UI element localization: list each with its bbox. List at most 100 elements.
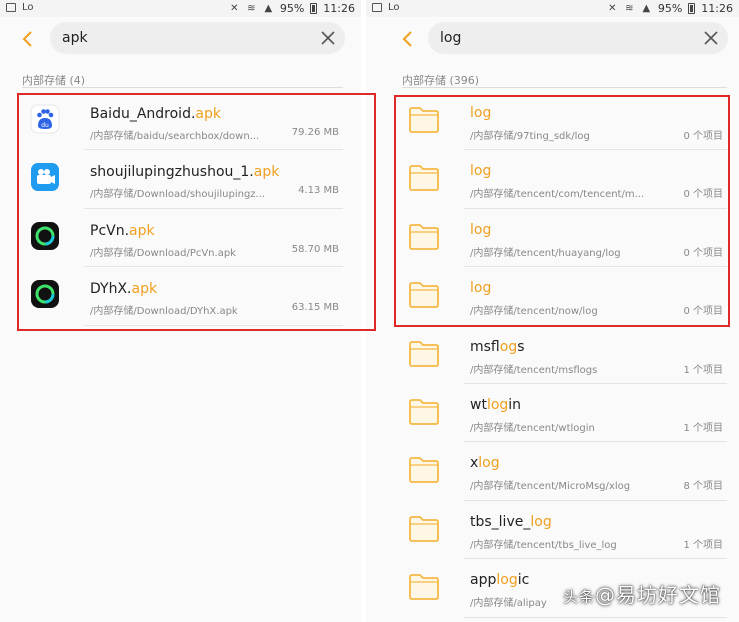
folder-icon [408, 515, 440, 542]
battery-icon [688, 3, 696, 14]
folder-path: /内部存储/97ting_sdk/log [470, 131, 590, 142]
back-button[interactable] [14, 26, 40, 52]
folder-path: /内部存储/tencent/msflogs [470, 364, 598, 376]
status-bar: Lo ✕ ≋ ▲ 95% 11:26 [366, 0, 739, 17]
video-camera-icon [30, 162, 60, 192]
wifi-icon: ≋ [625, 3, 634, 14]
list-item[interactable]: log /内部存储/tencent/huayang/log 0 个项目 [366, 209, 739, 268]
file-size: 63.15 MB [291, 302, 339, 314]
folder-path: /内部存储/tencent/MicroMsg/xlog [470, 481, 631, 493]
folder-icon [408, 281, 440, 309]
file-size: 4.13 MB [298, 185, 339, 197]
item-count: 8 个项目 [683, 481, 723, 493]
file-name: Baidu_Android.apk [90, 106, 221, 122]
close-icon [704, 31, 718, 45]
right-screen: Lo ✕ ≋ ▲ 95% 11:26 内部存储 (396) log /内部存储/… [366, 0, 739, 622]
folder-path: /内部存储/tencent/tbs_live_log [470, 539, 617, 551]
list-item[interactable]: log /内部存储/97ting_sdk/log 0 个项目 [366, 92, 739, 151]
item-count: 0 个项目 [683, 189, 723, 201]
wifi-icon: ≋ [247, 3, 256, 14]
signal-icon: ▲ [642, 3, 651, 14]
signal-icon: ▲ [264, 3, 273, 14]
battery-percent: 95% [657, 2, 683, 15]
watermark: 头条@易坊好文馆 [562, 583, 721, 607]
list-item[interactable]: du Baidu_Android.apk /内部存储/baidu/searchb… [0, 92, 361, 151]
file-name: shoujilupingzhushou_1.apk [90, 164, 280, 181]
file-name: PcVn.apk [90, 222, 155, 239]
close-icon [321, 31, 335, 45]
file-path: /内部存储/Download/shoujilupingz... [90, 189, 266, 201]
list-item[interactable]: wtlogin /内部存储/tencent/wtlogin 1 个项目 [366, 384, 739, 443]
list-item[interactable]: log /内部存储/tencent/com/tencent/m... 0 个项目 [366, 150, 739, 209]
folder-path: /内部存储/tencent/com/tencent/m... [470, 189, 645, 201]
folder-name: log [470, 163, 492, 180]
folder-name: xlog [470, 455, 500, 472]
lo-notification-icon: Lo [388, 2, 400, 13]
folder-results-list: log /内部存储/97ting_sdk/log 0 个项目 log /内部存储… [366, 92, 739, 618]
baidu-icon: du [30, 104, 60, 134]
folder-name: log [470, 280, 492, 297]
item-count: 0 个项目 [683, 131, 723, 142]
image-notification-icon [372, 3, 382, 12]
list-item[interactable]: log /内部存储/tencent/now/log 0 个项目 [366, 267, 739, 326]
svg-text:du: du [41, 122, 49, 129]
file-name: DYhX.apk [90, 281, 158, 298]
folder-name: tbs_live_log [470, 513, 552, 530]
file-path: /内部存储/Download/PcVn.apk [90, 247, 236, 259]
left-screen: Lo ✕ ≋ ▲ 95% 11:26 内部存储 (4) du Baidu_And… [0, 0, 361, 622]
list-item[interactable]: PcVn.apk /内部存储/Download/PcVn.apk 58.70 M… [0, 209, 361, 268]
list-item[interactable]: shoujilupingzhushou_1.apk /内部存储/Download… [0, 150, 361, 209]
search-toolbar [366, 17, 739, 61]
battery-percent: 95% [279, 2, 305, 15]
clear-search-button[interactable] [702, 29, 720, 47]
chevron-left-icon [22, 31, 32, 47]
item-count: 1 个项目 [683, 364, 723, 376]
item-count: 0 个项目 [683, 306, 723, 318]
folder-icon [408, 573, 440, 601]
item-count: 1 个项目 [683, 539, 723, 551]
folder-icon [408, 106, 440, 133]
list-item[interactable]: xlog /内部存储/tencent/MicroMsg/xlog 8 个项目 [366, 442, 739, 501]
ring-app-icon [30, 279, 60, 309]
folder-icon [408, 223, 440, 250]
mute-icon: ✕ [608, 3, 617, 14]
clock: 11:26 [323, 2, 355, 15]
folder-path: /内部存储/tencent/now/log [470, 306, 598, 318]
list-item[interactable]: msflogs /内部存储/tencent/msflogs 1 个项目 [366, 326, 739, 384]
battery-icon [310, 3, 318, 14]
file-path: /内部存储/Download/DYhX.apk [90, 306, 238, 318]
search-input[interactable] [62, 22, 262, 54]
list-item[interactable]: DYhX.apk /内部存储/Download/DYhX.apk 63.15 M… [0, 267, 361, 326]
clear-search-button[interactable] [319, 29, 337, 47]
file-path: /内部存储/baidu/searchbox/down... [90, 131, 260, 142]
folder-name: msflogs [470, 338, 525, 355]
folder-name: wtlogin [470, 396, 522, 413]
folder-name: log [470, 221, 492, 238]
section-header: 内部存储 (4) [22, 72, 343, 88]
back-button[interactable] [394, 26, 420, 52]
lo-notification-icon: Lo [22, 2, 34, 13]
file-size: 79.26 MB [291, 127, 339, 138]
folder-icon [408, 164, 440, 192]
item-count: 1 个项目 [683, 422, 723, 434]
apk-results-list: du Baidu_Android.apk /内部存储/baidu/searchb… [0, 92, 361, 326]
folder-icon [408, 340, 440, 367]
search-field[interactable] [428, 22, 728, 54]
section-header: 内部存储 (396) [402, 72, 727, 88]
search-field[interactable] [50, 22, 345, 54]
folder-name: applogic [470, 572, 530, 589]
search-input[interactable] [440, 22, 640, 54]
chevron-left-icon [402, 31, 412, 47]
ring-app-icon [30, 221, 60, 251]
mute-icon: ✕ [230, 3, 239, 14]
folder-icon [408, 456, 440, 484]
list-item[interactable]: tbs_live_log /内部存储/tencent/tbs_live_log … [366, 501, 739, 560]
folder-name: log [470, 105, 492, 121]
clock: 11:26 [701, 2, 733, 15]
folder-path: /内部存储/tencent/huayang/log [470, 247, 621, 259]
image-notification-icon [6, 3, 16, 12]
file-size: 58.70 MB [291, 243, 339, 255]
folder-icon [408, 398, 440, 425]
folder-path: /内部存储/tencent/wtlogin [470, 422, 595, 434]
status-bar: Lo ✕ ≋ ▲ 95% 11:26 [0, 0, 361, 17]
